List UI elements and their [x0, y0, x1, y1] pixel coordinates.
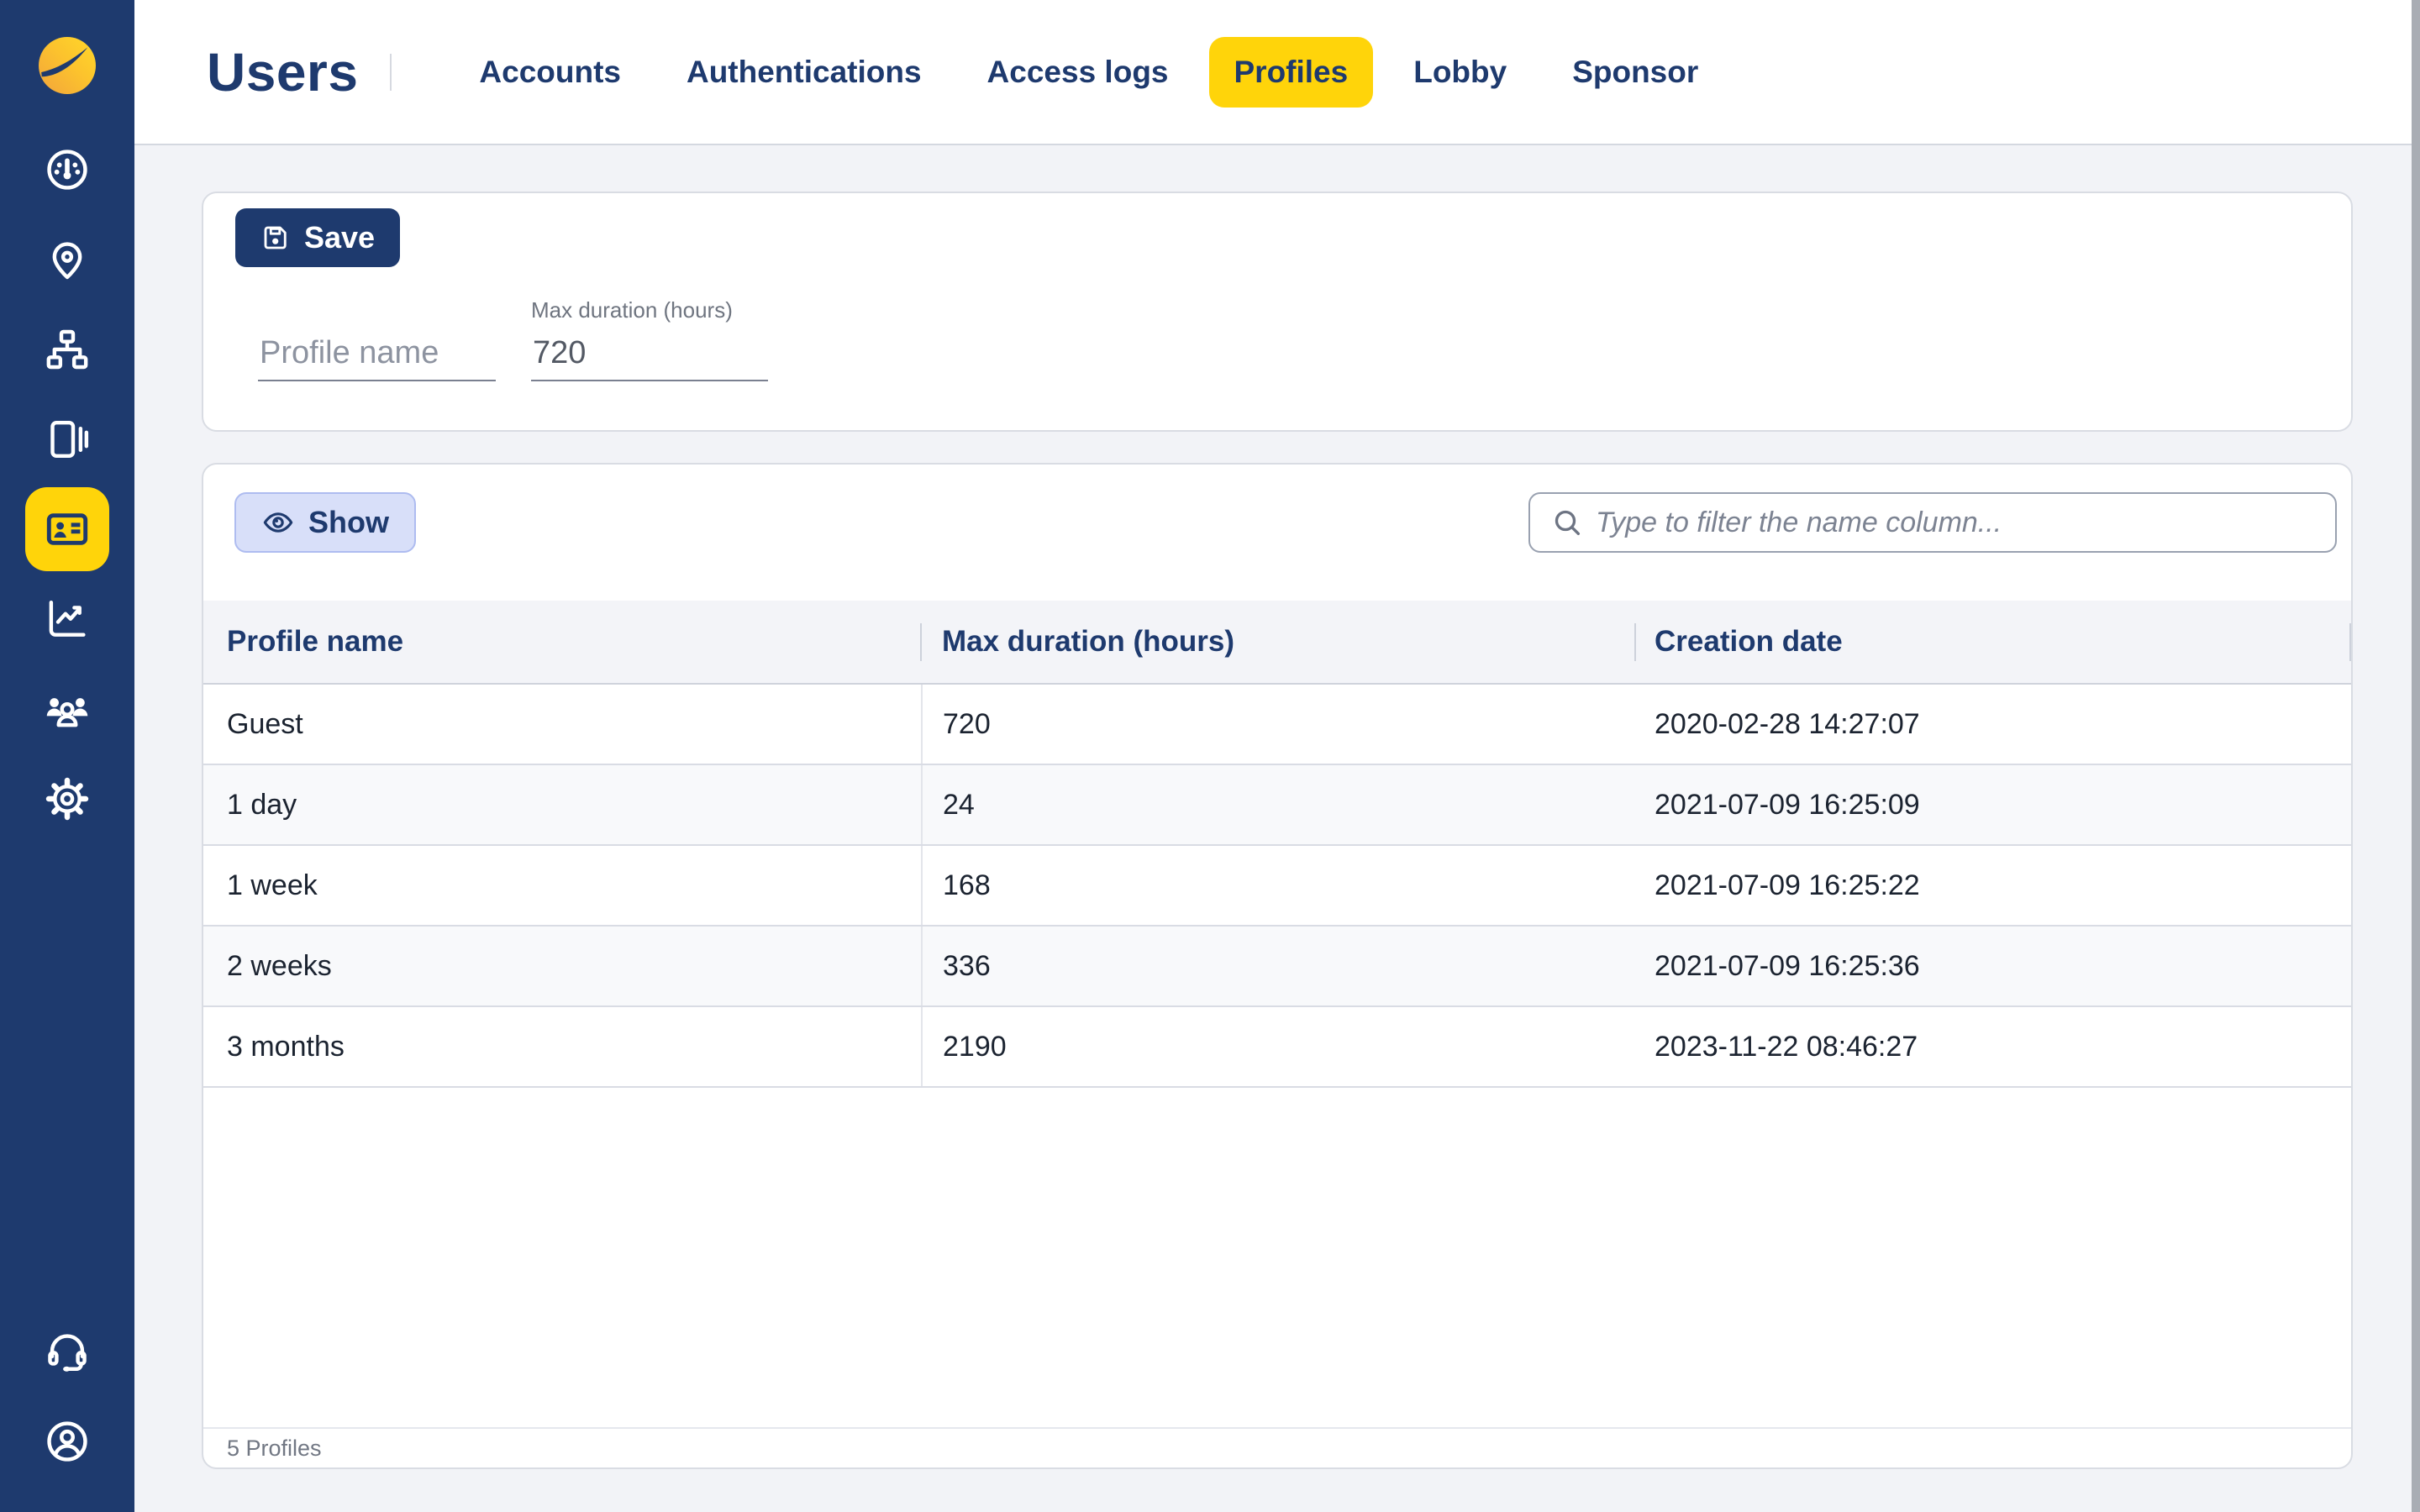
- save-button-label: Save: [304, 220, 375, 255]
- main-area: Users AccountsAuthenticationsAccess logs…: [134, 0, 2420, 1512]
- form-fields: Max duration (hours): [235, 297, 2351, 381]
- column-header-max-duration-hours[interactable]: Max duration (hours): [922, 601, 1636, 684]
- table-toolbar: Show: [203, 465, 2351, 553]
- cell-profile-name: Guest: [203, 684, 922, 764]
- save-floppy-icon: [260, 223, 291, 253]
- profiles-table: Profile nameMax duration (hours)Creation…: [203, 601, 2351, 1088]
- users-group-icon: [44, 685, 91, 732]
- sidebar-item-users[interactable]: [25, 487, 109, 571]
- cell-max-duration-hours: 2190: [922, 1006, 1636, 1087]
- table-header-row: Profile nameMax duration (hours)Creation…: [203, 601, 2351, 684]
- cell-max-duration-hours: 720: [922, 684, 1636, 764]
- cell-creation-date: 2021-07-09 16:25:09: [1636, 764, 2351, 845]
- cell-profile-name: 1 day: [203, 764, 922, 845]
- tab-profiles[interactable]: Profiles: [1209, 37, 1374, 108]
- cell-creation-date: 2021-07-09 16:25:22: [1636, 845, 2351, 926]
- tab-access-logs[interactable]: Access logs: [962, 37, 1194, 108]
- door-icon: [44, 416, 91, 463]
- tab-authentications[interactable]: Authentications: [661, 37, 947, 108]
- table-row[interactable]: Guest7202020-02-28 14:27:07: [203, 684, 2351, 764]
- cell-profile-name: 2 weeks: [203, 926, 922, 1006]
- sidebar-item-settings[interactable]: [25, 757, 109, 841]
- top-bar: Users AccountsAuthenticationsAccess logs…: [134, 0, 2420, 145]
- max-duration-label: Max duration (hours): [531, 297, 768, 323]
- page-title: Users: [207, 41, 358, 103]
- sidebar-item-support[interactable]: [25, 1310, 109, 1394]
- id-card-icon: [44, 506, 91, 553]
- sidebar-item-account[interactable]: [25, 1399, 109, 1483]
- sidebar-item-locations[interactable]: [25, 218, 109, 302]
- sidebar-item-analytics[interactable]: [25, 577, 109, 661]
- gauge-icon: [44, 146, 91, 193]
- cell-creation-date: 2021-07-09 16:25:36: [1636, 926, 2351, 1006]
- account-icon: [44, 1418, 91, 1465]
- logo-swoosh-icon: [39, 37, 96, 94]
- cell-max-duration-hours: 168: [922, 845, 1636, 926]
- column-header-profile-name[interactable]: Profile name: [203, 601, 922, 684]
- max-duration-field: Max duration (hours): [531, 297, 768, 381]
- headset-icon: [44, 1328, 91, 1375]
- table-row[interactable]: 1 day242021-07-09 16:25:09: [203, 764, 2351, 845]
- show-button[interactable]: Show: [234, 492, 416, 553]
- table-row[interactable]: 3 months21902023-11-22 08:46:27: [203, 1006, 2351, 1087]
- sidebar: [0, 0, 134, 1512]
- cell-profile-name: 1 week: [203, 845, 922, 926]
- sitemap-icon: [44, 326, 91, 373]
- sidebar-item-portal[interactable]: [25, 397, 109, 481]
- location-pin-icon: [44, 236, 91, 283]
- table-footer: 5 Profiles: [203, 1427, 2351, 1467]
- sidebar-item-dashboard[interactable]: [25, 128, 109, 212]
- filter-search: [1528, 492, 2337, 553]
- profiles-table-card: Show Profile nameMax duration (hours)Cre…: [202, 463, 2353, 1469]
- sidebar-item-groups[interactable]: [25, 667, 109, 751]
- cell-creation-date: 2020-02-28 14:27:07: [1636, 684, 2351, 764]
- section-tabs: AccountsAuthenticationsAccess logsProfil…: [454, 37, 1723, 108]
- cell-max-duration-hours: 336: [922, 926, 1636, 1006]
- tab-accounts[interactable]: Accounts: [454, 37, 646, 108]
- profiles-count: 5 Profiles: [227, 1436, 322, 1462]
- profile-name-input[interactable]: [258, 335, 496, 381]
- cell-creation-date: 2023-11-22 08:46:27: [1636, 1006, 2351, 1087]
- save-button[interactable]: Save: [235, 208, 400, 267]
- tab-sponsor[interactable]: Sponsor: [1547, 37, 1723, 108]
- tab-lobby[interactable]: Lobby: [1388, 37, 1532, 108]
- content: Save Max duration (hours) Show: [134, 145, 2420, 1512]
- title-divider: [390, 54, 392, 91]
- table-empty-space: [203, 1088, 2351, 1427]
- filter-search-input[interactable]: [1528, 492, 2337, 553]
- eye-icon: [261, 506, 295, 539]
- app-logo[interactable]: [39, 37, 96, 94]
- line-chart-icon: [44, 596, 91, 643]
- table-row[interactable]: 1 week1682021-07-09 16:25:22: [203, 845, 2351, 926]
- cell-max-duration-hours: 24: [922, 764, 1636, 845]
- cell-profile-name: 3 months: [203, 1006, 922, 1087]
- sidebar-item-network[interactable]: [25, 307, 109, 391]
- profile-form-card: Save Max duration (hours): [202, 192, 2353, 432]
- vertical-scrollbar[interactable]: [2412, 0, 2420, 1512]
- table-row[interactable]: 2 weeks3362021-07-09 16:25:36: [203, 926, 2351, 1006]
- column-header-creation-date[interactable]: Creation date: [1636, 601, 2351, 684]
- max-duration-input[interactable]: [531, 335, 768, 381]
- show-button-label: Show: [308, 505, 389, 540]
- gear-icon: [44, 775, 91, 822]
